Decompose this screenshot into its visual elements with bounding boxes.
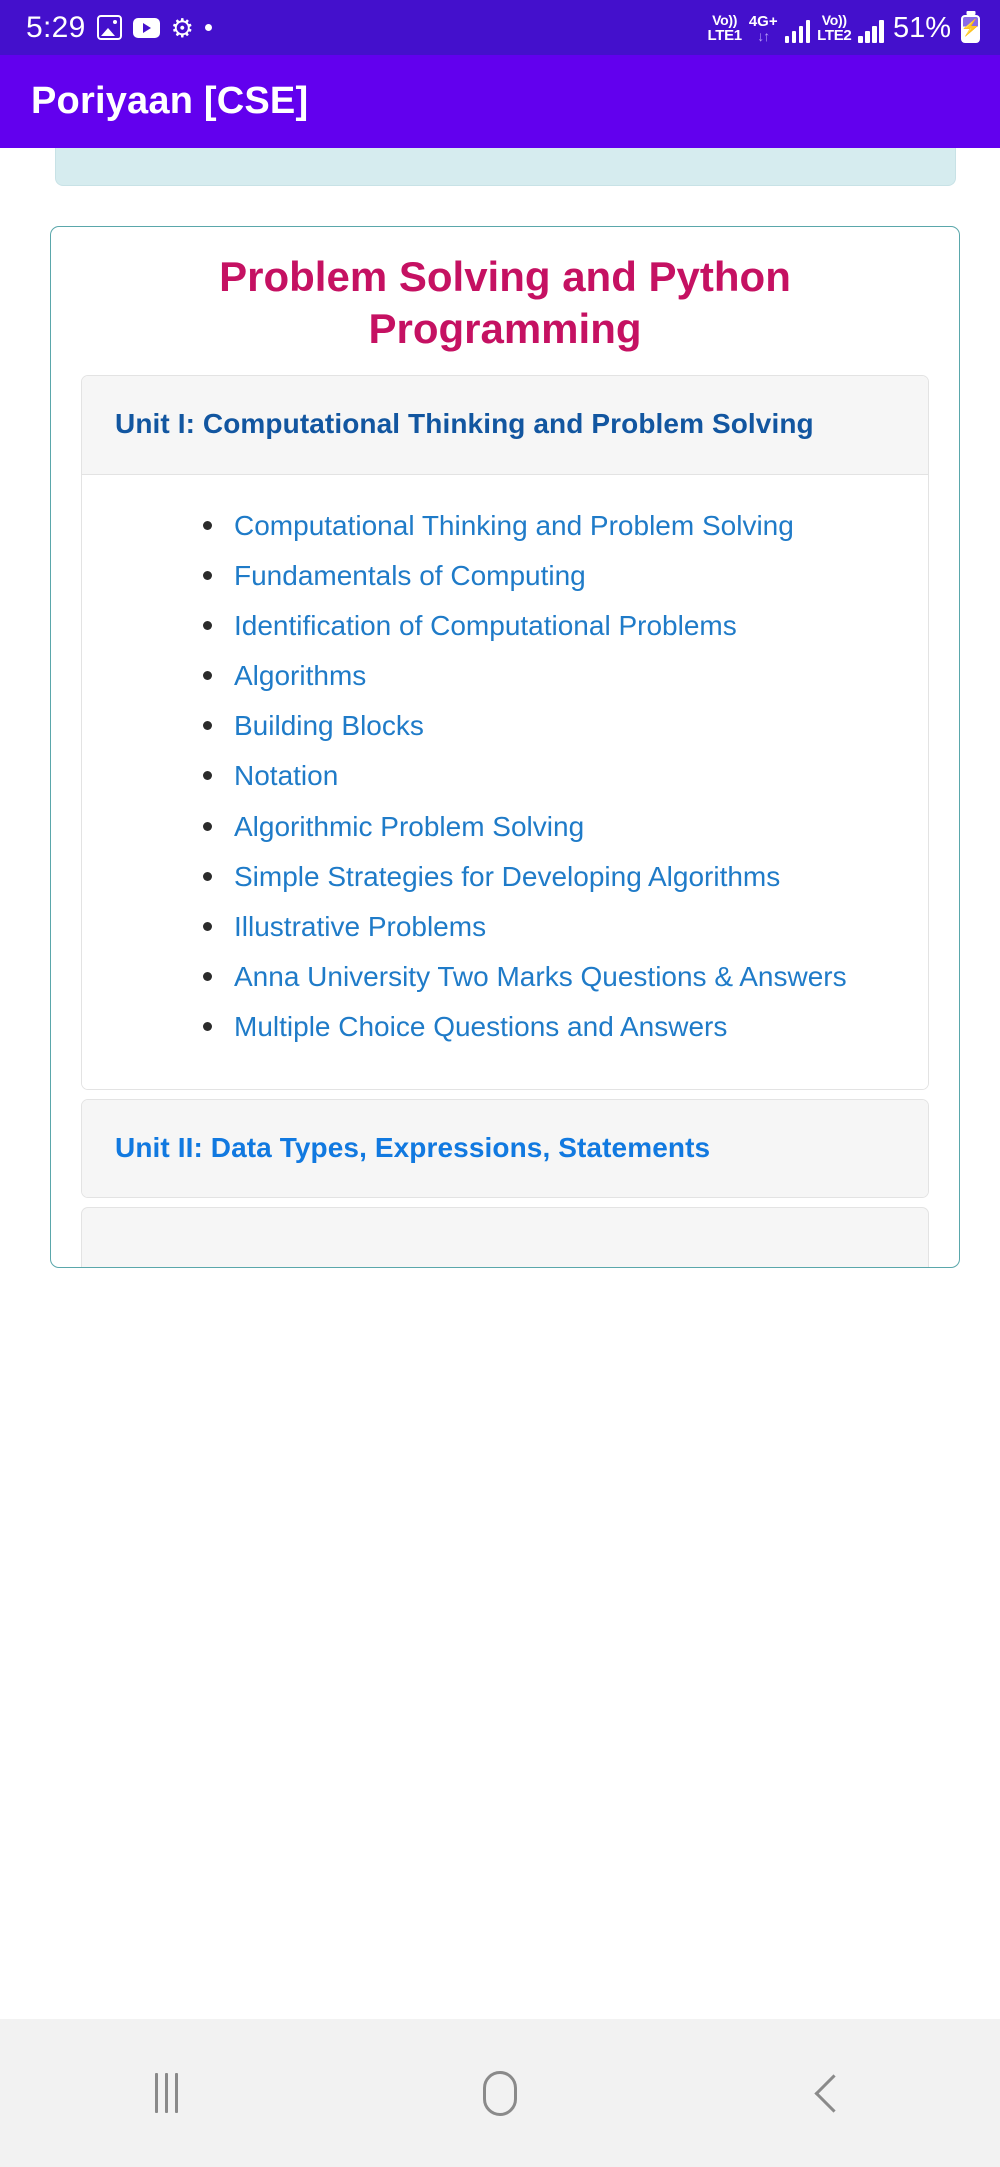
topic-link[interactable]: Algorithmic Problem Solving — [234, 811, 584, 842]
list-item[interactable]: Building Blocks — [200, 703, 900, 749]
list-item[interactable]: Notation — [200, 753, 900, 799]
unit-section-1: Unit I: Computational Thinking and Probl… — [81, 375, 929, 1090]
sim1-network-label: LTE1 — [707, 26, 742, 44]
sim2-volte-icon: Vo)) LTE2 — [817, 11, 852, 44]
app-bar: Poriyaan [CSE] — [0, 55, 1000, 148]
top-notice-strip — [55, 148, 956, 186]
unit-1-header[interactable]: Unit I: Computational Thinking and Probl… — [82, 376, 928, 475]
list-item[interactable]: Identification of Computational Problems — [200, 603, 900, 649]
list-item[interactable]: Multiple Choice Questions and Answers — [200, 1004, 900, 1050]
topic-link[interactable]: Fundamentals of Computing — [234, 560, 586, 591]
dot-indicator-icon — [204, 24, 212, 31]
list-item[interactable]: Simple Strategies for Developing Algorit… — [200, 854, 900, 900]
status-bar-right-group: Vo)) LTE1 4G+ ↓↑ Vo)) LTE2 51% — [707, 13, 980, 43]
list-item[interactable]: Fundamentals of Computing — [200, 553, 900, 599]
home-icon — [482, 2070, 517, 2116]
status-clock: 5:29 — [26, 10, 86, 44]
page-content: Problem Solving and Python Programming U… — [0, 148, 1000, 2019]
gallery-icon — [96, 15, 122, 40]
app-title: Poriyaan [CSE] — [31, 80, 309, 122]
unit-section-2: Unit II: Data Types, Expressions, Statem… — [81, 1098, 929, 1198]
sim2-volte-label: Vo)) — [821, 11, 847, 28]
topic-link[interactable]: Multiple Choice Questions and Answers — [234, 1011, 727, 1042]
topic-link[interactable]: Simple Strategies for Developing Algorit… — [234, 861, 780, 892]
unit-1-heading: Unit I: Computational Thinking and Probl… — [115, 408, 814, 440]
list-item[interactable]: Illustrative Problems — [200, 904, 900, 950]
sim2-network-label: LTE2 — [817, 26, 852, 44]
home-button[interactable] — [440, 2043, 560, 2143]
battery-percent-label: 51% — [892, 11, 951, 44]
list-item[interactable]: Computational Thinking and Problem Solvi… — [200, 503, 900, 549]
course-card: Problem Solving and Python Programming U… — [50, 226, 960, 1268]
topic-link[interactable]: Computational Thinking and Problem Solvi… — [234, 510, 794, 541]
unit-2-heading: Unit II: Data Types, Expressions, Statem… — [115, 1131, 711, 1163]
list-item[interactable]: Algorithmic Problem Solving — [200, 804, 900, 850]
youtube-icon — [132, 17, 160, 38]
unit-1-body: Computational Thinking and Problem Solvi… — [82, 474, 928, 1089]
network-type-icon: 4G+ ↓↑ — [749, 14, 778, 43]
recents-button[interactable] — [107, 2043, 227, 2143]
data-transfer-arrows-icon: ↓↑ — [757, 27, 770, 44]
topic-link[interactable]: Identification of Computational Problems — [234, 610, 737, 641]
android-navigation-bar — [0, 2019, 1000, 2167]
sim1-volte-label: Vo)) — [712, 11, 738, 28]
unit-section-3-partial[interactable] — [81, 1206, 929, 1267]
back-button[interactable] — [773, 2043, 893, 2143]
android-status-bar: 5:29 ⚙ Vo)) LTE1 4G+ ↓↑ Vo)) LTE2 51% — [0, 0, 1000, 55]
list-item[interactable]: Algorithms — [200, 653, 900, 699]
signal-bars-sim2-icon — [858, 19, 884, 43]
list-item[interactable]: Anna University Two Marks Questions & An… — [200, 954, 900, 1000]
recents-icon — [155, 2073, 179, 2113]
network-type-label: 4G+ — [748, 12, 778, 30]
sim1-volte-icon: Vo)) LTE1 — [707, 11, 742, 44]
gear-icon: ⚙ — [170, 12, 194, 43]
topic-link[interactable]: Illustrative Problems — [234, 911, 486, 942]
topic-link[interactable]: Building Blocks — [234, 710, 424, 741]
topic-link[interactable]: Notation — [234, 760, 338, 791]
battery-charging-icon — [961, 14, 980, 43]
page-title: Problem Solving and Python Programming — [219, 253, 791, 353]
topic-link[interactable]: Algorithms — [234, 660, 366, 691]
unit-1-topic-list: Computational Thinking and Problem Solvi… — [82, 503, 928, 1051]
back-chevron-icon — [814, 2073, 853, 2113]
topic-link[interactable]: Anna University Two Marks Questions & An… — [234, 961, 847, 992]
unit-2-header[interactable]: Unit II: Data Types, Expressions, Statem… — [82, 1099, 928, 1197]
signal-bars-sim1-icon — [784, 19, 811, 43]
status-bar-left-group: 5:29 ⚙ — [26, 10, 212, 44]
